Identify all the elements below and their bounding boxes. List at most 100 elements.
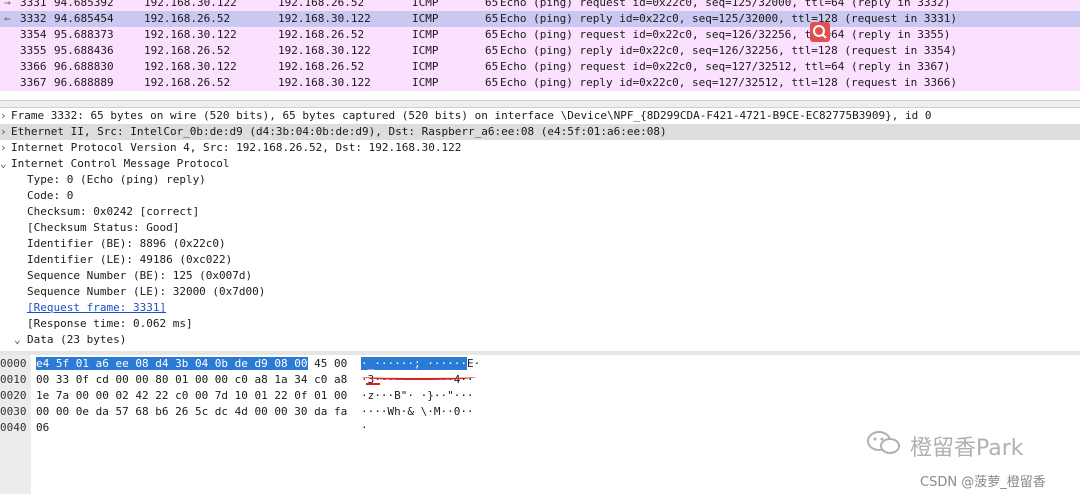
packet-number: 3332 bbox=[20, 12, 47, 25]
expand-chevron-icon[interactable]: ⌄ bbox=[0, 156, 10, 172]
packet-time: 96.688830 bbox=[54, 60, 114, 73]
byte-ascii-value[interactable]: ····Wh·& \·M··0·· bbox=[361, 405, 474, 418]
detail-row[interactable]: Identifier (BE): 8896 (0x22c0) bbox=[0, 236, 1080, 252]
byte-ascii[interactable]: ·z···B"· ·}··"··· bbox=[361, 388, 474, 404]
byte-ascii[interactable]: ·_······; ······E· bbox=[361, 356, 480, 372]
byte-hex-value[interactable]: 06 bbox=[36, 421, 49, 434]
packet-number: 3366 bbox=[20, 60, 47, 73]
byte-hex[interactable]: 1e 7a 00 00 02 42 22 c0 00 7d 10 01 22 0… bbox=[36, 388, 347, 404]
detail-text: Sequence Number (LE): 32000 (0x7d00) bbox=[27, 285, 266, 298]
detail-text: Checksum: 0x0242 [correct] bbox=[27, 205, 200, 218]
detail-text: Identifier (BE): 8896 (0x22c0) bbox=[27, 237, 226, 250]
packet-time: 94.685392 bbox=[54, 0, 114, 9]
watermark-brand-text: 橙留香Park bbox=[910, 436, 1024, 461]
detail-text: Frame 3332: 65 bytes on wire (520 bits),… bbox=[11, 109, 932, 122]
byte-ascii-value[interactable]: ·z···B"· ·}··"··· bbox=[361, 389, 474, 402]
watermark-csdn: CSDN @菠萝_橙留香 bbox=[920, 475, 1046, 490]
packet-destination: 192.168.30.122 bbox=[278, 44, 371, 57]
packet-row[interactable]: 3367 96.688889 192.168.26.52 192.168.30.122… bbox=[0, 75, 1080, 91]
packet-time: 94.685454 bbox=[54, 12, 114, 25]
packet-row[interactable]: → 3331 94.685392 192.168.30.122 192.168.26.5… bbox=[0, 0, 1080, 11]
byte-ascii-selected[interactable]: ·_······; ······ bbox=[361, 357, 467, 370]
byte-hex-value[interactable]: 00 00 0e da 57 68 b6 26 5c dc 4d 00 00 3… bbox=[36, 405, 347, 418]
detail-row[interactable]: [Checksum Status: Good] bbox=[0, 220, 1080, 236]
byte-hex[interactable]: 00 33 0f cd 00 00 80 01 00 00 c0 a8 1a 3… bbox=[36, 372, 347, 388]
byte-row[interactable]: 0020 1e 7a 00 00 02 42 22 c0 00 7d 10 01 … bbox=[0, 388, 1080, 404]
byte-ascii-value[interactable]: E· bbox=[467, 357, 480, 370]
detail-row[interactable]: [Request frame: 3331] bbox=[0, 300, 1080, 316]
detail-row[interactable]: Checksum: 0x0242 [correct] bbox=[0, 204, 1080, 220]
packet-destination: 192.168.30.122 bbox=[278, 12, 371, 25]
detail-text: [Checksum Status: Good] bbox=[27, 221, 180, 234]
byte-row[interactable]: 0030 00 00 0e da 57 68 b6 26 5c dc 4d 00 … bbox=[0, 404, 1080, 420]
request-frame-link[interactable]: [Request frame: 3331] bbox=[27, 300, 166, 316]
byte-offset: 0010 bbox=[0, 373, 27, 386]
annotation-underline bbox=[362, 374, 476, 380]
packet-destination: 192.168.26.52 bbox=[278, 0, 365, 9]
detail-row[interactable]: Code: 0 bbox=[0, 188, 1080, 204]
expand-chevron-icon[interactable]: ⌄ bbox=[14, 332, 24, 348]
packet-info: Echo (ping) request id=0x22c0, seq=125/3… bbox=[500, 0, 951, 9]
pane-splitter[interactable] bbox=[0, 100, 1080, 108]
packet-bytes: 0000 e4 5f 01 a6 ee 08 d4 3b 04 0b de d9 … bbox=[0, 355, 1080, 494]
packet-row[interactable]: 3366 96.688830 192.168.30.122 192.168.26.52… bbox=[0, 59, 1080, 75]
packet-protocol: ICMP bbox=[412, 76, 439, 89]
detail-text: Data (23 bytes) bbox=[27, 333, 127, 346]
detail-text: Internet Control Message Protocol bbox=[11, 157, 230, 170]
byte-hex-value[interactable]: 45 00 bbox=[308, 357, 347, 370]
packet-time: 96.688889 bbox=[54, 76, 114, 89]
packet-destination: 192.168.30.122 bbox=[278, 76, 371, 89]
watermark-brand: 橙留香Park bbox=[867, 430, 1024, 462]
collapse-chevron-icon[interactable]: › bbox=[0, 140, 10, 156]
detail-text: Internet Protocol Version 4, Src: 192.16… bbox=[11, 141, 462, 154]
detail-text: Sequence Number (BE): 125 (0x007d) bbox=[27, 269, 253, 282]
detail-text: Code: 0 bbox=[27, 189, 74, 202]
detail-row[interactable]: Sequence Number (LE): 32000 (0x7d00) bbox=[0, 284, 1080, 300]
byte-hex-selected[interactable]: e4 5f 01 a6 ee 08 d4 3b 04 0b de d9 08 0… bbox=[36, 357, 308, 370]
detail-row[interactable]: › Frame 3332: 65 bytes on wire (520 bits)… bbox=[0, 108, 1080, 124]
detail-row[interactable]: Identifier (LE): 49186 (0xc022) bbox=[0, 252, 1080, 268]
packet-length: 65 bbox=[485, 76, 499, 89]
packet-info: Echo (ping) request id=0x22c0, seq=126/3… bbox=[500, 28, 951, 41]
packet-source: 192.168.30.122 bbox=[144, 0, 237, 9]
packet-info: Echo (ping) request id=0x22c0, seq=127/3… bbox=[500, 60, 951, 73]
annotation-underline bbox=[366, 383, 380, 385]
packet-list: → 3331 94.685392 192.168.30.122 192.168.26.5… bbox=[0, 0, 1080, 99]
packet-protocol: ICMP bbox=[412, 12, 439, 25]
packet-row[interactable]: ← 3332 94.685454 192.168.26.52 192.168.30.12… bbox=[0, 11, 1080, 27]
byte-ascii-value[interactable]: · bbox=[361, 421, 368, 434]
packet-number: 3354 bbox=[20, 28, 47, 41]
byte-row[interactable]: 0010 00 33 0f cd 00 00 80 01 00 00 c0 a8 … bbox=[0, 372, 1080, 388]
search-icon[interactable] bbox=[810, 22, 830, 42]
byte-hex-value[interactable]: 1e 7a 00 00 02 42 22 c0 00 7d 10 01 22 0… bbox=[36, 389, 347, 402]
byte-hex[interactable]: e4 5f 01 a6 ee 08 d4 3b 04 0b de d9 08 0… bbox=[36, 356, 347, 372]
byte-offset: 0030 bbox=[0, 405, 27, 418]
byte-ascii[interactable]: · bbox=[361, 420, 368, 436]
detail-row[interactable]: ⌄ Internet Control Message Protocol bbox=[0, 156, 1080, 172]
packet-length: 65 bbox=[485, 44, 499, 57]
packet-source: 192.168.26.52 bbox=[144, 12, 231, 25]
byte-ascii[interactable]: ····Wh·& \·M··0·· bbox=[361, 404, 474, 420]
detail-row[interactable]: [Response time: 0.062 ms] bbox=[0, 316, 1080, 332]
collapse-chevron-icon[interactable]: › bbox=[0, 124, 10, 140]
packet-source: 192.168.26.52 bbox=[144, 76, 231, 89]
detail-row[interactable]: ⌄ Data (23 bytes) bbox=[0, 332, 1080, 348]
packet-info: Echo (ping) reply id=0x22c0, seq=126/322… bbox=[500, 44, 957, 57]
collapse-chevron-icon[interactable]: › bbox=[0, 108, 10, 124]
packet-row[interactable]: 3355 95.688436 192.168.26.52 192.168.30.122… bbox=[0, 43, 1080, 59]
detail-row[interactable]: Type: 0 (Echo (ping) reply) bbox=[0, 172, 1080, 188]
packet-length: 65 bbox=[485, 28, 499, 41]
packet-row[interactable]: 3354 95.688373 192.168.30.122 192.168.26.52… bbox=[0, 27, 1080, 43]
byte-offset: 0020 bbox=[0, 389, 27, 402]
byte-hex[interactable]: 00 00 0e da 57 68 b6 26 5c dc 4d 00 00 3… bbox=[36, 404, 347, 420]
packet-time: 95.688373 bbox=[54, 28, 114, 41]
detail-text: Type: 0 (Echo (ping) reply) bbox=[27, 173, 206, 186]
byte-hex-value[interactable]: 00 33 0f cd 00 00 80 01 00 00 c0 a8 1a 3… bbox=[36, 373, 347, 386]
byte-hex[interactable]: 06 bbox=[36, 420, 49, 436]
detail-text: Identifier (LE): 49186 (0xc022) bbox=[27, 253, 233, 266]
detail-row[interactable]: › Internet Protocol Version 4, Src: 192.1… bbox=[0, 140, 1080, 156]
packet-info: Echo (ping) reply id=0x22c0, seq=127/325… bbox=[500, 76, 957, 89]
detail-row[interactable]: Sequence Number (BE): 125 (0x007d) bbox=[0, 268, 1080, 284]
byte-row[interactable]: 0000 e4 5f 01 a6 ee 08 d4 3b 04 0b de d9 … bbox=[0, 356, 1080, 372]
detail-row[interactable]: › Ethernet II, Src: IntelCor_0b:de:d9 (d4… bbox=[0, 124, 1080, 140]
